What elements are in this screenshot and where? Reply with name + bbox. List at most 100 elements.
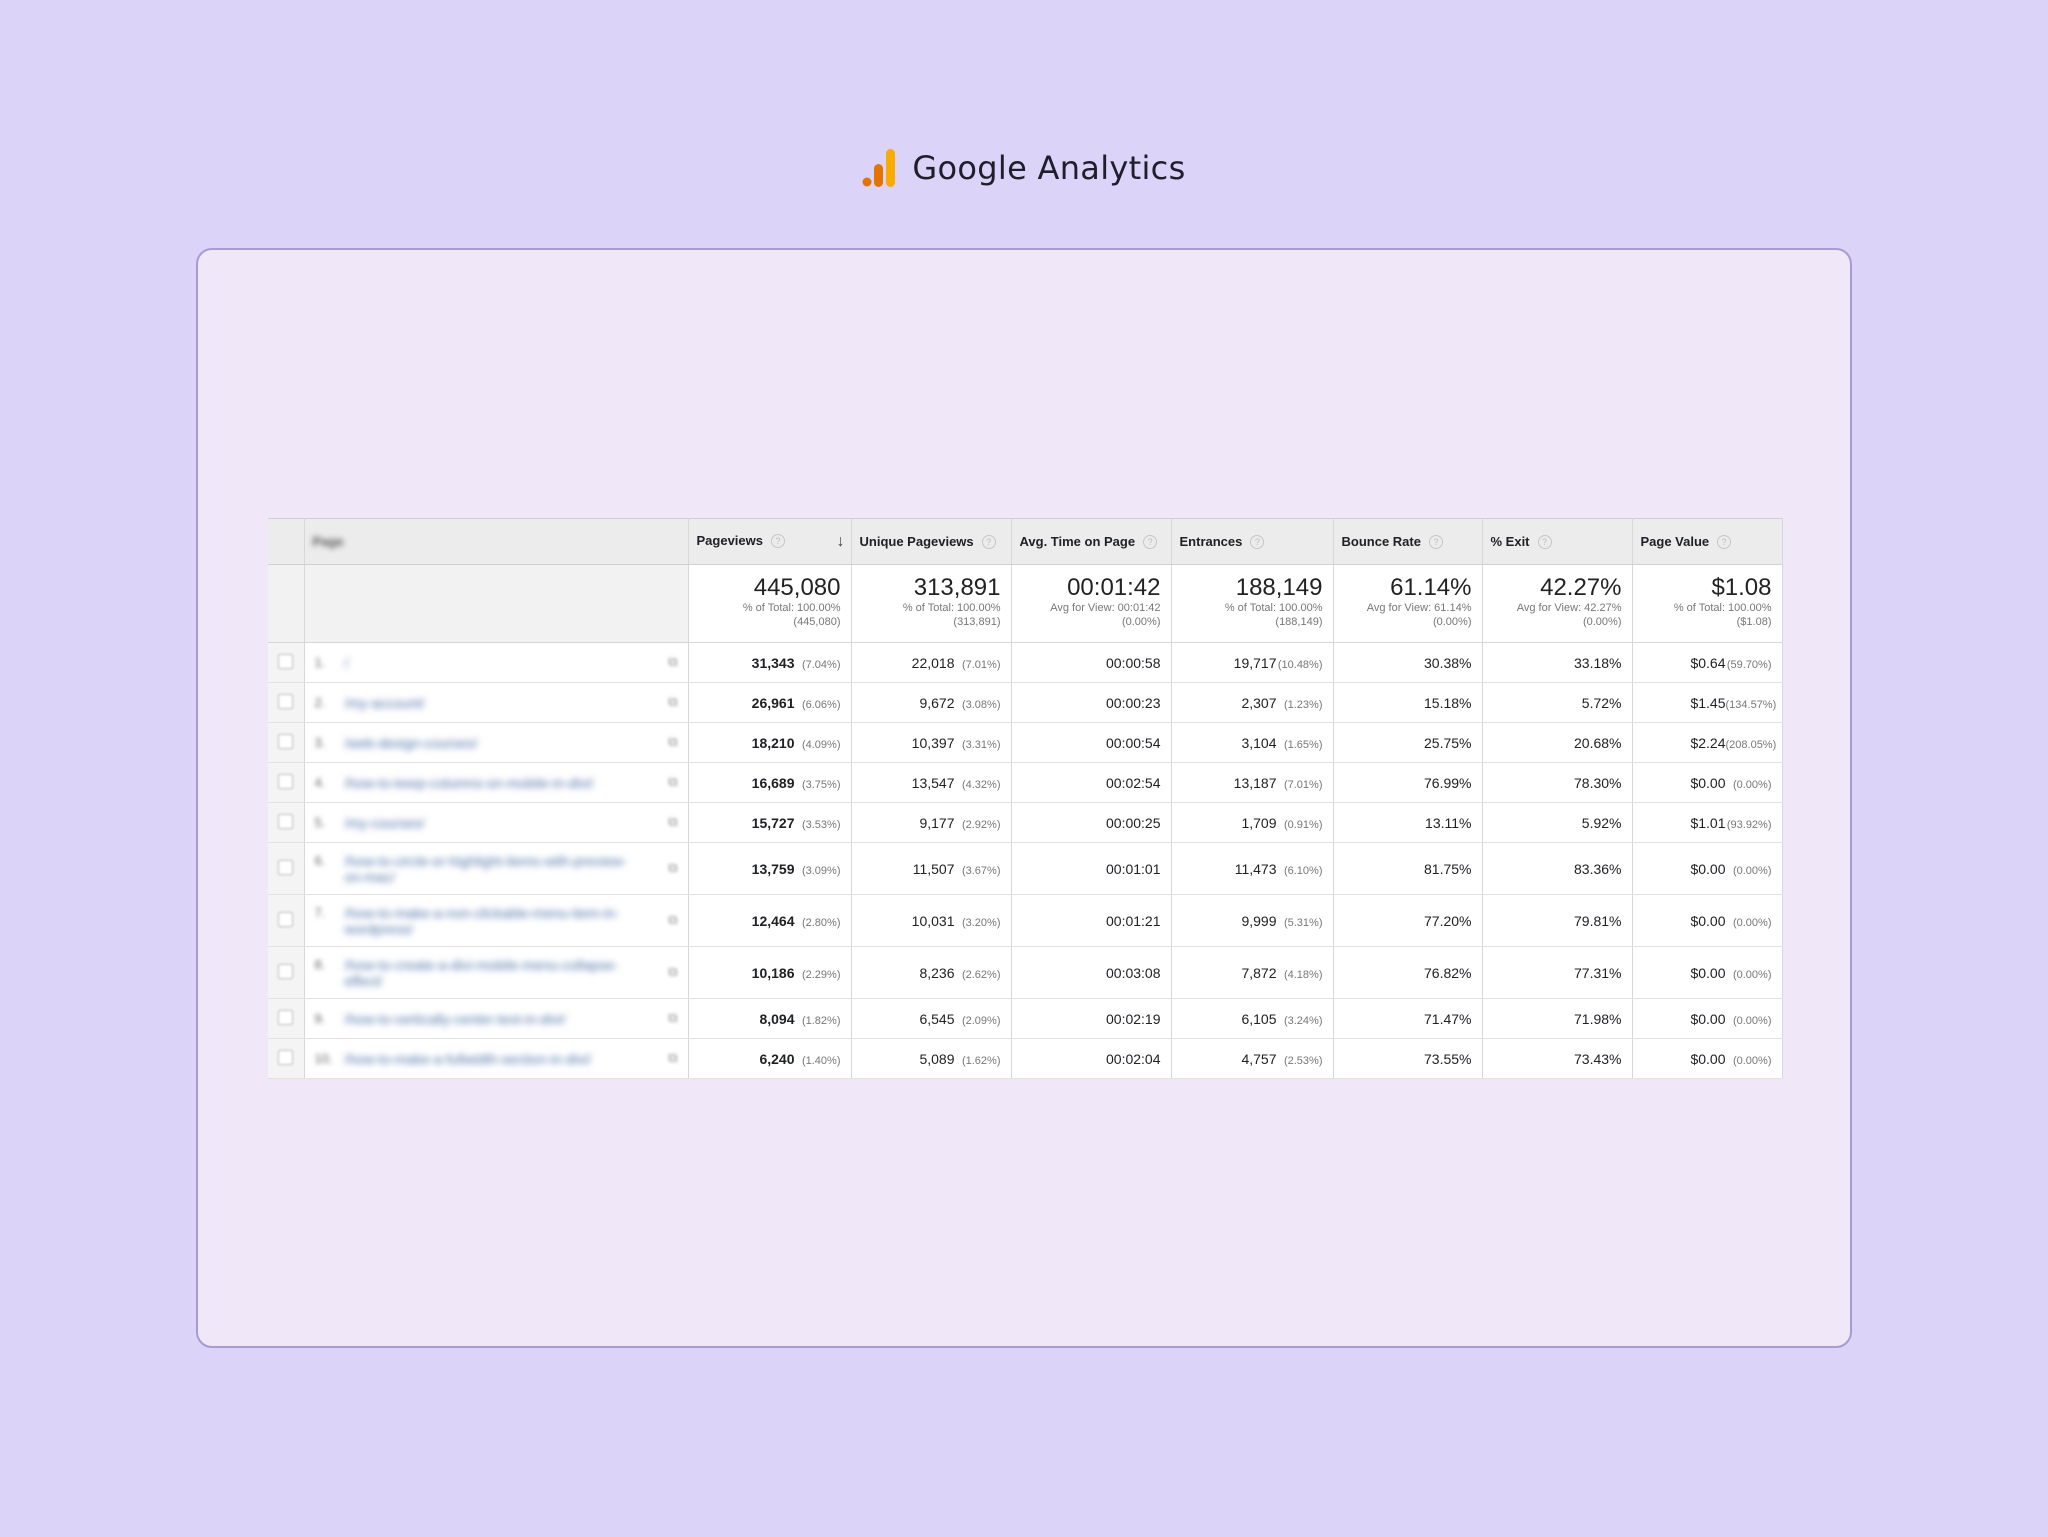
external-link-icon[interactable]: ⧉ <box>668 654 677 670</box>
help-icon[interactable]: ? <box>1143 535 1158 550</box>
table-row: 4. /how-to-keep-columns-on-mobile-in-divi… <box>268 762 1783 803</box>
header-page[interactable]: Page <box>304 518 689 565</box>
row-checkbox-cell <box>268 762 305 803</box>
exit-cell: 78.30% <box>1482 762 1633 803</box>
avg-time-cell: 00:02:54 <box>1011 762 1172 803</box>
external-link-icon[interactable]: ⧉ <box>668 964 677 980</box>
exit-cell: 73.43% <box>1482 1038 1633 1079</box>
total-exit: 42.27% Avg for View: 42.27% (0.00%) <box>1482 564 1633 643</box>
header-entrances[interactable]: Entrances? <box>1171 518 1334 565</box>
row-checkbox[interactable] <box>278 1009 294 1025</box>
page-value-cell: $0.00 (0.00%) <box>1632 946 1783 999</box>
pageviews-cell: 12,464 (2.80%) <box>688 894 852 947</box>
external-link-icon[interactable]: ⧉ <box>668 774 677 790</box>
totals-row: 445,080% of Total: 100.00% (445,080) 313,… <box>268 564 1783 643</box>
help-icon[interactable]: ? <box>1537 535 1552 550</box>
pageviews-cell: 8,094 (1.82%) <box>688 998 852 1039</box>
totals-page-cell <box>304 564 689 643</box>
unique-pageviews-cell: 9,672 (3.08%) <box>851 682 1012 723</box>
entrances-cell: 7,872 (4.18%) <box>1171 946 1334 999</box>
row-checkbox[interactable] <box>278 859 294 875</box>
pageviews-cell: 31,343 (7.04%) <box>688 642 852 683</box>
page-value-cell: $1.45(134.57%) <box>1632 682 1783 723</box>
help-icon[interactable]: ? <box>771 534 785 549</box>
row-checkbox[interactable] <box>278 653 294 669</box>
unique-pageviews-cell: 9,177 (2.92%) <box>851 802 1012 843</box>
page-value-cell: $0.64(59.70%) <box>1632 642 1783 683</box>
page-cell: 10. /how-to-make-a-fullwidth-section-in-d… <box>304 1038 689 1079</box>
page-link[interactable]: /web-design-courses/ <box>345 735 645 751</box>
analytics-bars-icon <box>862 149 896 187</box>
row-checkbox[interactable] <box>278 963 294 979</box>
exit-cell: 5.92% <box>1482 802 1633 843</box>
row-checkbox[interactable] <box>278 911 294 927</box>
row-number: 7. <box>314 904 326 920</box>
help-icon[interactable]: ? <box>1717 535 1732 550</box>
external-link-icon[interactable]: ⧉ <box>668 694 677 710</box>
unique-pageviews-cell: 11,507 (3.67%) <box>851 842 1012 895</box>
row-checkbox[interactable] <box>278 693 294 709</box>
help-icon[interactable]: ? <box>981 535 996 550</box>
avg-time-cell: 00:00:23 <box>1011 682 1172 723</box>
table-header-row: Page Pageviews? ↓ Unique Pageviews? Avg. … <box>268 518 1783 565</box>
page-cell: 6. /how-to-circle-or-highlight-items-with… <box>304 842 689 895</box>
external-link-icon[interactable]: ⧉ <box>668 734 677 750</box>
row-checkbox[interactable] <box>278 773 294 789</box>
table-row: 8. /how-to-create-a-divi-mobile-menu-coll… <box>268 946 1783 999</box>
page-link[interactable]: /how-to-create-a-divi-mobile-menu-collap… <box>345 957 645 989</box>
row-number: 8. <box>314 956 326 972</box>
header-avg-time[interactable]: Avg. Time on Page? <box>1011 518 1172 565</box>
bounce-rate-cell: 30.38% <box>1333 642 1483 683</box>
totals-checkbox-cell <box>268 564 305 643</box>
row-number: 9. <box>314 1010 326 1026</box>
help-icon[interactable]: ? <box>1250 535 1265 550</box>
help-icon[interactable]: ? <box>1428 535 1443 550</box>
page-link[interactable]: /how-to-make-a-non-clickable-menu-item-i… <box>345 905 645 937</box>
pageviews-cell: 18,210 (4.09%) <box>688 722 852 763</box>
external-link-icon[interactable]: ⧉ <box>668 1050 677 1066</box>
row-checkbox[interactable] <box>278 1049 294 1065</box>
avg-time-cell: 00:00:58 <box>1011 642 1172 683</box>
entrances-cell: 9,999 (5.31%) <box>1171 894 1334 947</box>
sort-descending-icon[interactable]: ↓ <box>837 533 845 551</box>
external-link-icon[interactable]: ⧉ <box>668 1010 677 1026</box>
total-entrances: 188,149% of Total: 100.00% (188,149) <box>1171 564 1334 643</box>
header-unique-pageviews[interactable]: Unique Pageviews? <box>851 518 1012 565</box>
page-link[interactable]: / <box>345 655 645 671</box>
table-row: 10. /how-to-make-a-fullwidth-section-in-d… <box>268 1038 1783 1079</box>
page-link[interactable]: /my-courses/ <box>345 815 645 831</box>
bounce-rate-cell: 81.75% <box>1333 842 1483 895</box>
page-cell: 2. /my-account/ ⧉ <box>304 682 689 723</box>
total-bounce-rate: 61.14% Avg for View: 61.14% (0.00%) <box>1333 564 1483 643</box>
pageviews-cell: 16,689 (3.75%) <box>688 762 852 803</box>
external-link-icon[interactable]: ⧉ <box>668 814 677 830</box>
header-pageviews[interactable]: Pageviews? ↓ <box>688 518 852 565</box>
header-exit[interactable]: % Exit? <box>1482 518 1633 565</box>
page-link[interactable]: /my-account/ <box>345 695 645 711</box>
row-checkbox[interactable] <box>278 733 294 749</box>
unique-pageviews-cell: 22,018 (7.01%) <box>851 642 1012 683</box>
row-checkbox[interactable] <box>278 813 294 829</box>
page-cell: 1. / ⧉ <box>304 642 689 683</box>
entrances-cell: 3,104 (1.65%) <box>1171 722 1334 763</box>
entrances-cell: 4,757 (2.53%) <box>1171 1038 1334 1079</box>
header-bounce-rate[interactable]: Bounce Rate? <box>1333 518 1483 565</box>
report-card: Page Pageviews? ↓ Unique Pageviews? Avg. … <box>196 248 1852 1348</box>
table-row: 6. /how-to-circle-or-highlight-items-with… <box>268 842 1783 895</box>
page-link[interactable]: /how-to-circle-or-highlight-items-with-p… <box>345 853 645 885</box>
page-cell: 7. /how-to-make-a-non-clickable-menu-item… <box>304 894 689 947</box>
pageviews-cell: 10,186 (2.29%) <box>688 946 852 999</box>
page-cell: 9. /how-to-vertically-center-text-in-divi… <box>304 998 689 1039</box>
bounce-rate-cell: 13.11% <box>1333 802 1483 843</box>
external-link-icon[interactable]: ⧉ <box>668 860 677 876</box>
page-link[interactable]: /how-to-make-a-fullwidth-section-in-divi… <box>345 1051 645 1067</box>
page-link[interactable]: /how-to-vertically-center-text-in-divi/ <box>345 1011 645 1027</box>
page-link[interactable]: /how-to-keep-columns-on-mobile-in-divi/ <box>345 775 645 791</box>
header-page-value[interactable]: Page Value? <box>1632 518 1783 565</box>
external-link-icon[interactable]: ⧉ <box>668 912 677 928</box>
page-value-cell: $0.00 (0.00%) <box>1632 998 1783 1039</box>
row-checkbox-cell <box>268 946 305 999</box>
row-checkbox-cell <box>268 842 305 895</box>
table-row: 1. / ⧉ 31,343 (7.04%) 22,018 (7.01%) 00:00:58 19… <box>268 642 1783 683</box>
page-cell: 3. /web-design-courses/ ⧉ <box>304 722 689 763</box>
